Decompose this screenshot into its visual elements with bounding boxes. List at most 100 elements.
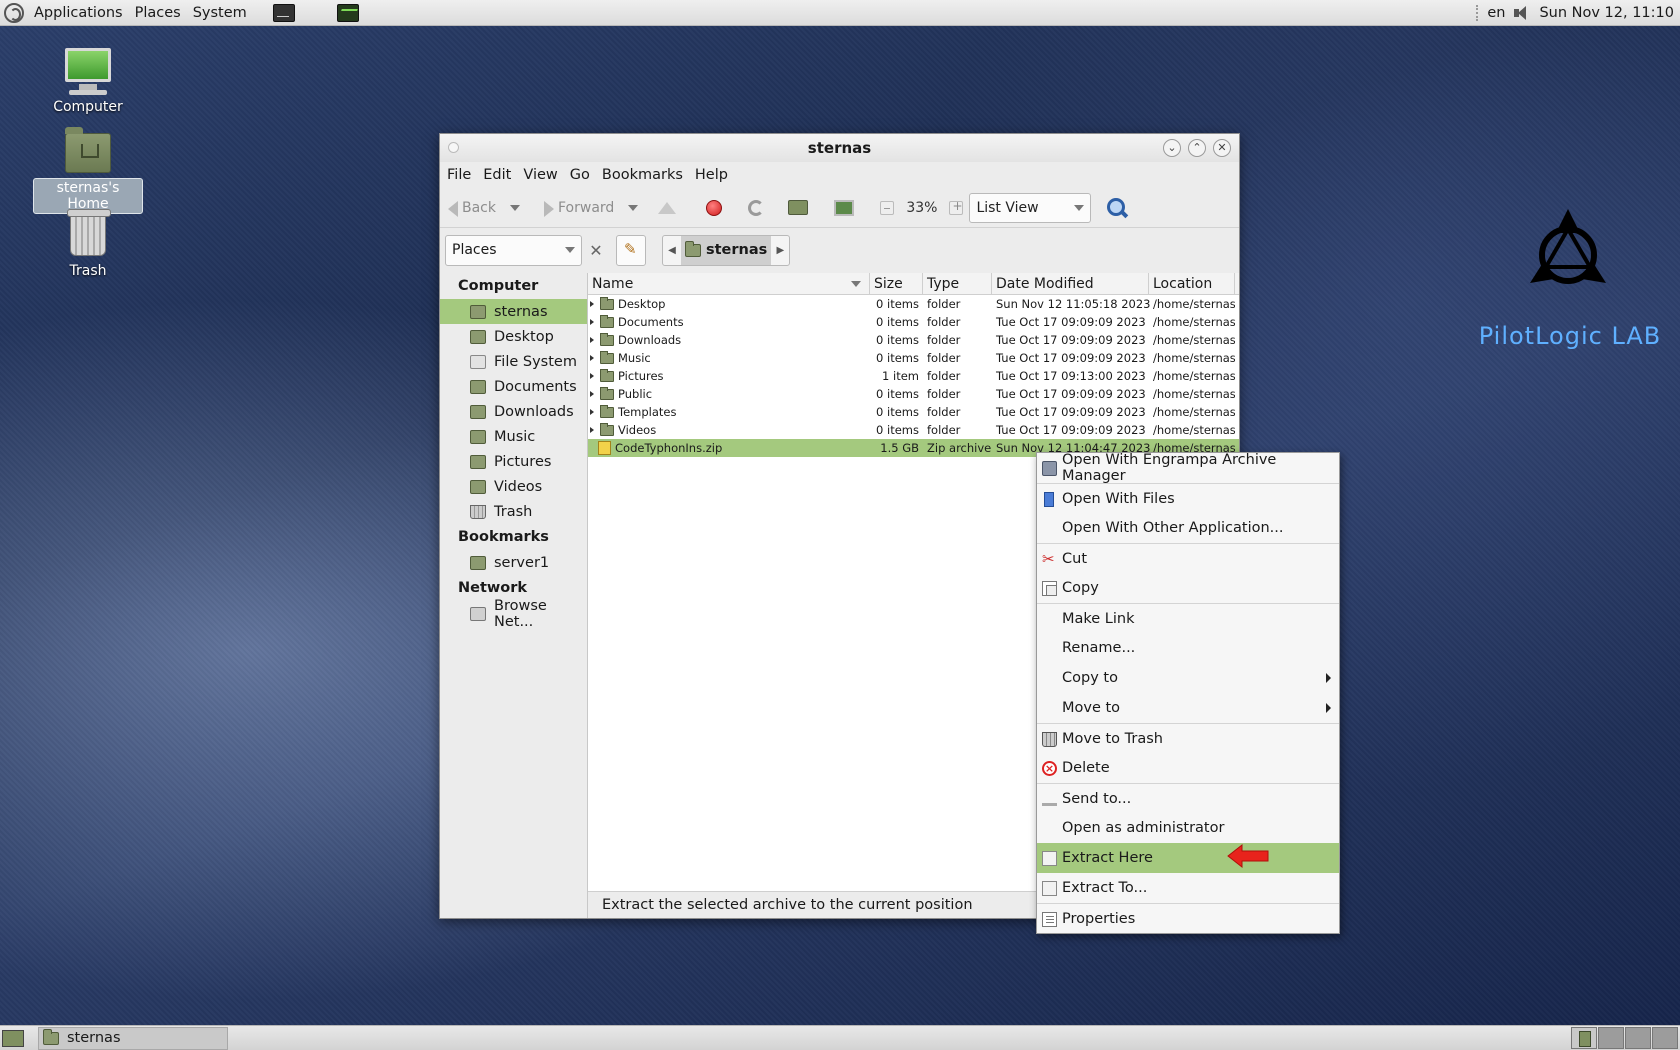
distro-logo-icon[interactable]	[4, 2, 24, 23]
home-icon[interactable]	[788, 200, 809, 215]
table-row[interactable]: Desktop 0 items folder Sun Nov 12 11:05:…	[588, 295, 1239, 313]
menu-item-open-as-administrator[interactable]: Open as administrator	[1037, 813, 1339, 843]
up-arrow-icon[interactable]	[658, 201, 677, 214]
sidebar-item-trash[interactable]: Trash	[440, 499, 587, 524]
menu-item-open-with-engrampa[interactable]: Open With Engrampa Archive Manager	[1037, 452, 1339, 484]
menu-item-move-to-trash[interactable]: Move to Trash	[1037, 723, 1339, 753]
sidebar-item-videos[interactable]: Videos	[440, 474, 587, 499]
table-row[interactable]: Documents 0 items folder Tue Oct 17 09:0…	[588, 313, 1239, 331]
file-size: 0 items	[876, 387, 919, 401]
expand-arrow-icon[interactable]	[590, 337, 594, 343]
menu-view[interactable]: View	[522, 167, 564, 183]
workspace-1[interactable]	[1571, 1027, 1597, 1049]
menu-system[interactable]: System	[187, 5, 253, 21]
close-icon[interactable]: ✕	[1213, 139, 1231, 157]
clock[interactable]: Sun Nov 12, 11:10	[1539, 5, 1674, 21]
sidebar-item-music[interactable]: Music	[440, 424, 587, 449]
sidebar-item-server1[interactable]: server1	[440, 550, 587, 575]
computer-icon[interactable]	[834, 199, 855, 216]
delete-icon: ×	[1042, 761, 1057, 776]
expand-arrow-icon[interactable]	[590, 409, 594, 415]
menu-item-send-to[interactable]: Send to...	[1037, 783, 1339, 813]
menu-item-extract-here[interactable]: Extract Here	[1037, 843, 1339, 873]
path-crumb-sternas[interactable]: sternas	[681, 235, 772, 265]
expand-arrow-icon[interactable]	[590, 319, 594, 325]
sidebar-item-pictures[interactable]: Pictures	[440, 449, 587, 474]
menu-go[interactable]: Go	[569, 167, 597, 183]
workspace-4[interactable]	[1652, 1027, 1678, 1049]
menu-item-delete[interactable]: × Delete	[1037, 753, 1339, 783]
taskbar-window-button[interactable]: sternas	[38, 1026, 228, 1050]
zoom-out-icon[interactable]	[880, 200, 895, 215]
sidebar-item-sternas[interactable]: sternas	[440, 299, 587, 324]
menu-item-rename[interactable]: Rename...	[1037, 633, 1339, 663]
window-titlebar[interactable]: sternas ⌄ ⌃ ✕	[440, 134, 1239, 162]
path-left-icon[interactable]: ◀	[663, 245, 681, 256]
back-history-chevron-down-icon[interactable]	[510, 204, 520, 211]
menu-item-open-with-other[interactable]: Open With Other Application...	[1037, 513, 1339, 543]
workspace-2[interactable]	[1598, 1027, 1624, 1049]
column-header-size[interactable]: Size	[870, 273, 923, 294]
menu-item-move-to[interactable]: Move to	[1037, 693, 1339, 723]
workspace-3[interactable]	[1625, 1027, 1651, 1049]
menu-file[interactable]: File	[446, 167, 478, 183]
menu-item-properties[interactable]: Properties	[1037, 903, 1339, 933]
menu-item-make-link[interactable]: Make Link	[1037, 603, 1339, 633]
volume-icon[interactable]	[1513, 5, 1531, 21]
show-desktop-icon[interactable]	[2, 1029, 24, 1047]
sidebar-item-downloads[interactable]: Downloads	[440, 399, 587, 424]
keyboard-layout-indicator[interactable]: en	[1487, 5, 1505, 21]
close-sidebar-icon[interactable]: ✕	[586, 241, 606, 260]
column-header-name[interactable]: Name	[588, 273, 870, 294]
sidebar-item-desktop[interactable]: Desktop	[440, 324, 587, 349]
path-right-icon[interactable]: ▶	[771, 245, 789, 256]
copy-icon	[1042, 581, 1057, 596]
column-header-type[interactable]: Type	[923, 273, 992, 294]
table-row[interactable]: Templates 0 items folder Tue Oct 17 09:0…	[588, 403, 1239, 421]
table-row[interactable]: Music 0 items folder Tue Oct 17 09:09:09…	[588, 349, 1239, 367]
sidebar-item-documents[interactable]: Documents	[440, 374, 587, 399]
minimize-icon[interactable]: ⌄	[1163, 139, 1181, 157]
expand-arrow-icon[interactable]	[590, 373, 594, 379]
desktop-icon-trash[interactable]: Trash	[33, 209, 143, 280]
menu-item-cut[interactable]: ✂ Cut	[1037, 543, 1339, 573]
system-monitor-launcher-icon[interactable]	[336, 3, 359, 22]
expand-arrow-icon[interactable]	[590, 391, 594, 397]
desktop-icon-computer[interactable]: Computer	[33, 46, 143, 116]
menu-item-extract-to[interactable]: Extract To...	[1037, 873, 1339, 903]
menu-applications[interactable]: Applications	[28, 5, 129, 21]
menu-edit[interactable]: Edit	[482, 167, 518, 183]
back-button[interactable]: Back	[448, 199, 496, 217]
sidebar-item-browse-network[interactable]: Browse Net...	[440, 598, 587, 630]
desktop-icon-home[interactable]: sternas's Home	[33, 127, 143, 214]
table-row[interactable]: Pictures 1 item folder Tue Oct 17 09:13:…	[588, 367, 1239, 385]
terminal-launcher-icon[interactable]	[272, 3, 295, 22]
expand-arrow-icon[interactable]	[590, 301, 594, 307]
stop-icon[interactable]	[706, 199, 723, 216]
expand-arrow-icon[interactable]	[590, 427, 594, 433]
menu-help[interactable]: Help	[694, 167, 735, 183]
view-mode-select[interactable]: List View	[969, 192, 1092, 223]
column-header-date-modified[interactable]: Date Modified	[992, 273, 1149, 294]
menu-item-copy-to[interactable]: Copy to	[1037, 663, 1339, 693]
forward-button[interactable]: Forward	[540, 199, 614, 217]
table-row[interactable]: Downloads 0 items folder Tue Oct 17 09:0…	[588, 331, 1239, 349]
sidebar-places-select[interactable]: Places	[445, 234, 582, 266]
column-header-location[interactable]: Location	[1149, 273, 1235, 294]
menu-item-open-with-files[interactable]: Open With Files	[1037, 483, 1339, 513]
edit-location-button[interactable]	[616, 234, 646, 266]
menu-bookmarks[interactable]: Bookmarks	[601, 167, 690, 183]
menu-item-copy[interactable]: Copy	[1037, 573, 1339, 603]
table-row[interactable]: Videos 0 items folder Tue Oct 17 09:09:0…	[588, 421, 1239, 439]
expand-arrow-icon[interactable]	[590, 355, 594, 361]
reload-icon[interactable]	[748, 199, 765, 216]
zoom-in-icon[interactable]	[949, 199, 964, 215]
search-icon[interactable]	[1107, 197, 1127, 218]
sidebar-item-file-system[interactable]: File System	[440, 349, 587, 374]
maximize-icon[interactable]: ⌃	[1188, 139, 1206, 157]
table-row[interactable]: Public 0 items folder Tue Oct 17 09:09:0…	[588, 385, 1239, 403]
menu-places[interactable]: Places	[129, 5, 187, 21]
window-menu-icon[interactable]	[448, 142, 459, 153]
folder-icon	[600, 368, 614, 382]
forward-history-chevron-down-icon[interactable]	[628, 204, 639, 211]
